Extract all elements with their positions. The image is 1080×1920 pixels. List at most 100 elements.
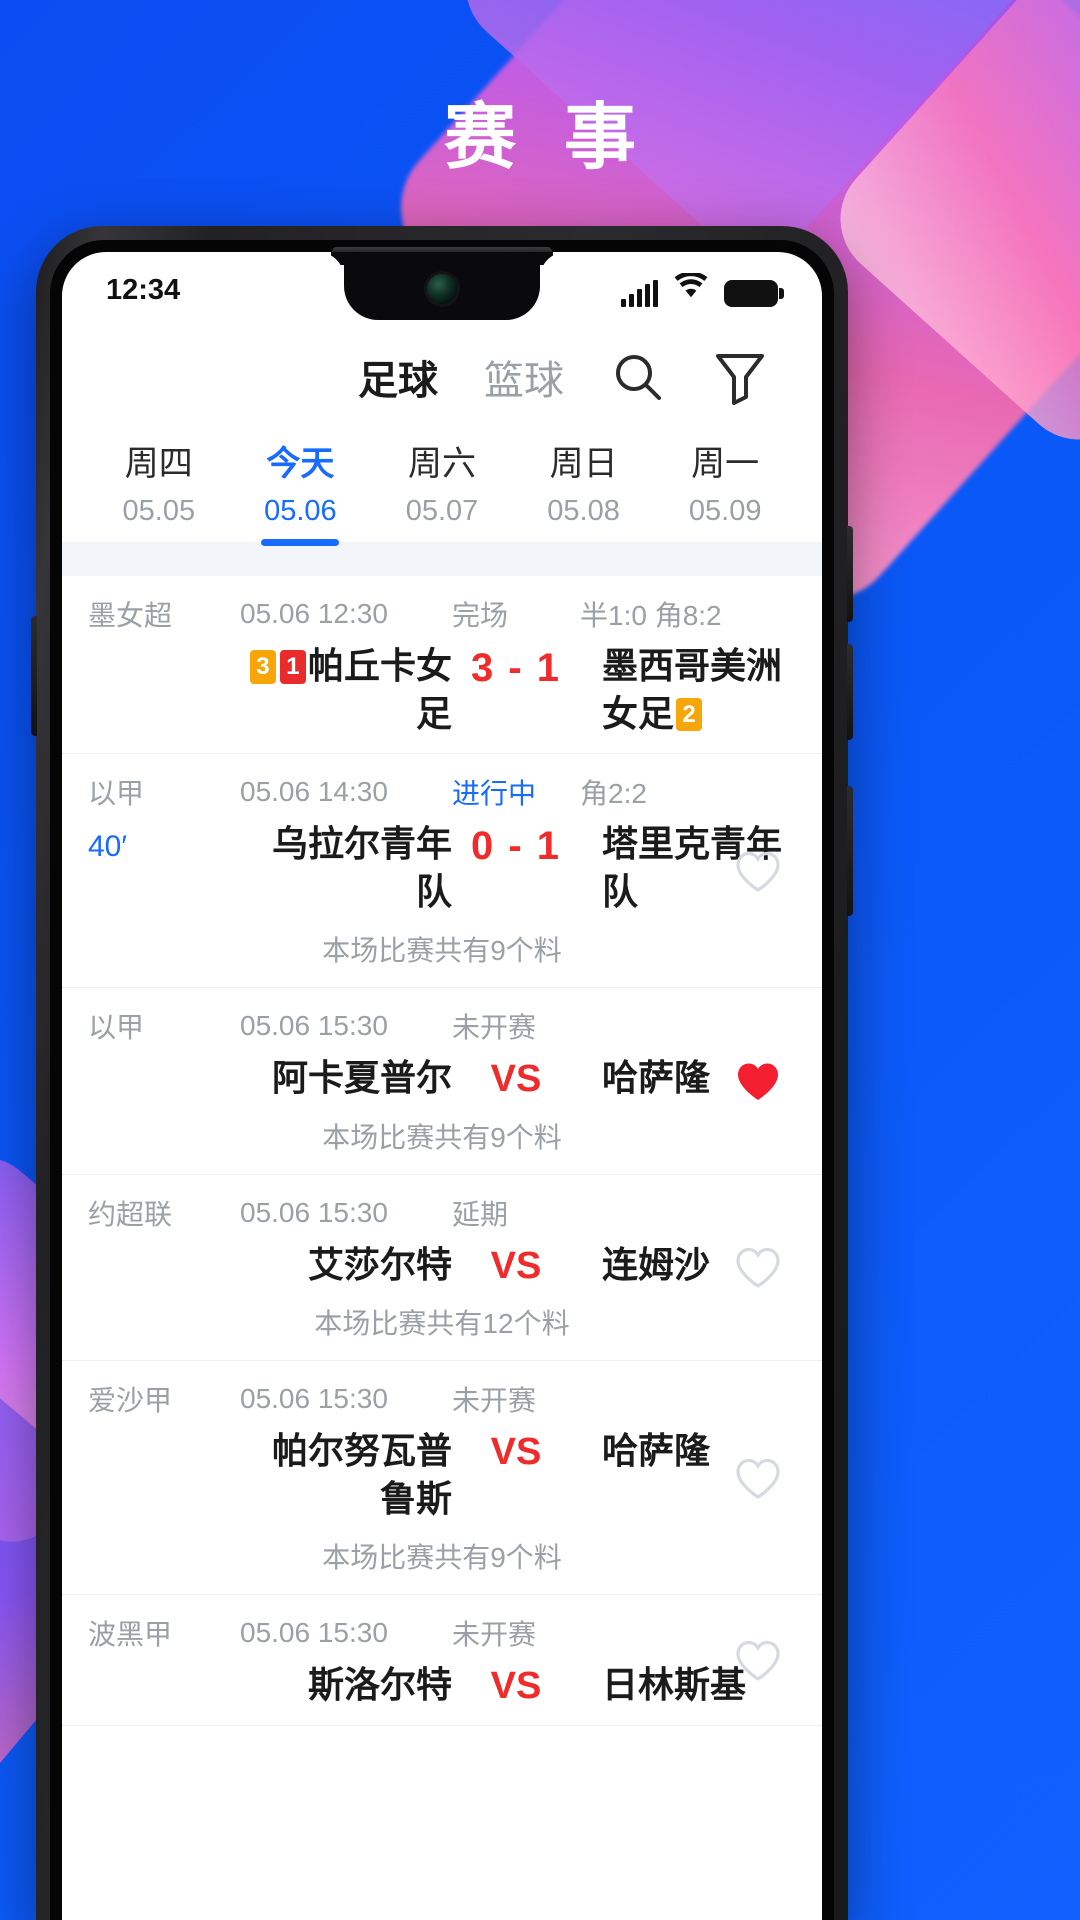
battery-icon xyxy=(724,280,784,307)
favorite-heart-outline-icon[interactable] xyxy=(732,1634,784,1686)
match-meta: 以甲 05.06 14:30 进行中 角2:2 xyxy=(62,772,822,814)
date-day-label: 今天 xyxy=(266,445,335,483)
match-score: VS xyxy=(490,1431,542,1474)
filter-icon[interactable] xyxy=(712,349,768,405)
match-score: 3 - 1 xyxy=(470,646,562,690)
search-icon[interactable] xyxy=(610,349,666,405)
match-status: 未开赛 xyxy=(452,1385,537,1417)
date-number-label: 05.05 xyxy=(122,495,196,527)
match-status: 完场 xyxy=(452,600,509,631)
date-strip: 周四 05.05 今天 05.06 周六 05.07 周日 05.08 周一 0… xyxy=(62,428,822,542)
match-note: 本场比赛共有12个料 xyxy=(314,1308,570,1340)
front-camera-icon xyxy=(427,274,457,304)
date-item-today[interactable]: 今天 05.06 xyxy=(245,436,355,542)
match-league: 爱沙甲 xyxy=(88,1385,173,1417)
decorative-gradient-shape-c xyxy=(815,0,1080,465)
match-note: 本场比赛共有9个料 xyxy=(322,935,562,967)
match-row[interactable]: 爱沙甲 05.06 15:30 未开赛 帕尔努瓦普鲁斯 VS 哈萨隆 本场比赛共有9个料 xyxy=(62,1361,822,1596)
match-body: 阿卡夏普尔 VS 哈萨隆 xyxy=(62,1048,822,1102)
match-row[interactable]: 约超联 05.06 15:30 延期 艾莎尔特 VS 连姆沙 本场比赛共有12个料 xyxy=(62,1175,822,1362)
home-team: 斯洛尔特 xyxy=(307,1664,452,1706)
match-meta: 约超联 05.06 15:30 延期 xyxy=(62,1193,822,1235)
match-time: 05.06 15:30 xyxy=(240,1383,388,1415)
match-note: 本场比赛共有9个料 xyxy=(322,1121,562,1153)
status-bar-indicators xyxy=(621,271,784,307)
match-note: 本场比赛共有9个料 xyxy=(322,1542,562,1574)
match-meta: 墨女超 05.06 12:30 完场 半1:0 角8:2 xyxy=(62,594,822,636)
date-day-label: 周一 xyxy=(691,445,760,483)
phone-screen: 12:34 足球 篮球 周四 05.05 今天 05.06 周六 05.07 周… xyxy=(62,252,822,1920)
match-meta: 波黑甲 05.06 15:30 未开赛 xyxy=(62,1613,822,1655)
match-body: 帕尔努瓦普鲁斯 VS 哈萨隆 xyxy=(62,1421,822,1522)
match-minute xyxy=(88,642,240,652)
team-badge-home-1: 1 xyxy=(279,650,306,684)
match-minute xyxy=(88,1427,240,1437)
wifi-icon xyxy=(674,271,708,307)
favorite-heart-outline-icon[interactable] xyxy=(732,1452,784,1504)
team-badge-away-0: 2 xyxy=(676,697,703,732)
home-team: 3 1 帕丘卡女足 xyxy=(240,642,452,737)
match-row[interactable]: 墨女超 05.06 12:30 完场 半1:0 角8:2 3 1 帕丘卡女足 3 - 1 墨西哥… xyxy=(62,576,822,755)
match-row[interactable]: 波黑甲 05.06 15:30 未开赛 斯洛尔特 VS 日林斯基 xyxy=(62,1595,822,1726)
favorite-heart-outline-icon[interactable] xyxy=(732,845,784,897)
date-item-0[interactable]: 周四 05.05 xyxy=(104,436,214,542)
home-team: 艾莎尔特 xyxy=(307,1243,452,1285)
date-item-2[interactable]: 周六 05.07 xyxy=(387,436,497,542)
match-score: VS xyxy=(490,1058,542,1101)
match-minute xyxy=(88,1054,240,1064)
date-item-3[interactable]: 周日 05.08 xyxy=(529,436,639,542)
match-time: 05.06 12:30 xyxy=(240,598,388,629)
match-minute: 40′ xyxy=(88,830,127,864)
match-league: 波黑甲 xyxy=(88,1619,173,1651)
match-league: 以甲 xyxy=(88,1012,145,1044)
match-body: 40′ 乌拉尔青年队 0 - 1 塔里克青年队 xyxy=(62,814,822,915)
section-divider xyxy=(62,542,822,576)
date-number-label: 05.08 xyxy=(547,495,620,527)
date-day-label: 周日 xyxy=(549,445,618,483)
match-score: 0 - 1 xyxy=(470,824,562,869)
signal-bars-icon xyxy=(621,280,658,307)
phone-mockup: 12:34 足球 篮球 周四 05.05 今天 05.06 周六 05.07 周… xyxy=(31,226,853,1920)
match-status: 未开赛 xyxy=(452,1619,537,1651)
tab-football[interactable]: 足球 xyxy=(358,348,438,406)
phone-side-button xyxy=(31,616,37,736)
date-day-label: 周六 xyxy=(407,445,476,483)
match-extra-stats: 半1:0 角8:2 xyxy=(580,600,722,631)
sport-tab-bar: 足球 篮球 xyxy=(62,328,822,428)
match-score: VS xyxy=(490,1244,542,1287)
match-meta: 以甲 05.06 15:30 未开赛 xyxy=(62,1006,822,1048)
date-item-4[interactable]: 周一 05.09 xyxy=(670,436,780,542)
match-minute xyxy=(88,1241,240,1251)
home-team: 乌拉尔青年队 xyxy=(271,823,452,912)
match-row[interactable]: 以甲 05.06 14:30 进行中 角2:2 40′ 乌拉尔青年队 0 - 1 塔里克青年队… xyxy=(62,754,822,989)
phone-volume-down-button xyxy=(847,644,853,740)
date-number-label: 05.06 xyxy=(264,495,337,527)
phone-power-button xyxy=(847,786,853,916)
match-status: 进行中 xyxy=(452,778,537,810)
match-body: 斯洛尔特 VS 日林斯基 xyxy=(62,1655,822,1709)
match-row[interactable]: 以甲 05.06 15:30 未开赛 阿卡夏普尔 VS 哈萨隆 本场比赛共有9个料 xyxy=(62,988,822,1175)
phone-volume-up-button xyxy=(847,526,853,622)
tab-basketball[interactable]: 篮球 xyxy=(484,348,564,406)
home-team: 阿卡夏普尔 xyxy=(271,1057,452,1099)
match-time: 05.06 15:30 xyxy=(240,1617,388,1649)
match-time: 05.06 14:30 xyxy=(240,776,388,808)
match-list: 墨女超 05.06 12:30 完场 半1:0 角8:2 3 1 帕丘卡女足 3 - 1 墨西哥… xyxy=(62,576,822,1726)
promo-title: 赛 事 xyxy=(443,98,650,178)
match-league: 约超联 xyxy=(88,1198,173,1230)
match-time: 05.06 15:30 xyxy=(240,1010,388,1042)
match-status: 未开赛 xyxy=(452,1012,537,1044)
team-badge-home-0: 3 xyxy=(249,650,276,684)
match-extra-stats: 角2:2 xyxy=(580,778,647,810)
favorite-heart-filled-icon[interactable] xyxy=(732,1055,784,1107)
favorite-heart-outline-icon[interactable] xyxy=(732,1241,784,1293)
match-time: 05.06 15:30 xyxy=(240,1196,388,1228)
match-status: 延期 xyxy=(452,1198,509,1230)
match-meta: 爱沙甲 05.06 15:30 未开赛 xyxy=(62,1379,822,1421)
match-minute xyxy=(88,1661,240,1671)
date-day-label: 周四 xyxy=(124,445,193,483)
away-team: 墨西哥美洲女足 2 xyxy=(602,645,783,734)
match-league: 以甲 xyxy=(88,778,145,810)
home-team: 帕尔努瓦普鲁斯 xyxy=(271,1430,452,1519)
match-score: VS xyxy=(490,1665,542,1708)
